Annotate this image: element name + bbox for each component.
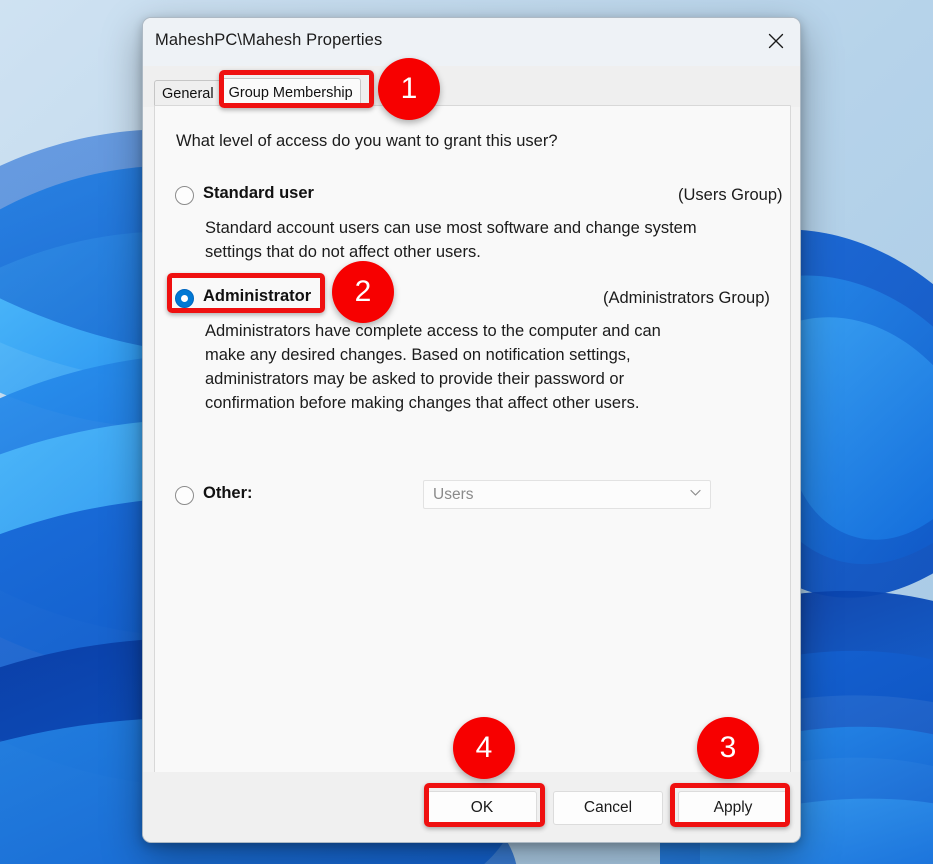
administrator-label: Administrator bbox=[203, 287, 312, 305]
other-group-value: Users bbox=[433, 485, 474, 503]
group-membership-panel: What level of access do you want to gran… bbox=[154, 105, 791, 790]
administrator-description: Administrators have complete access to t… bbox=[205, 322, 661, 412]
standard-user-label: Standard user bbox=[203, 184, 314, 202]
ok-button[interactable]: OK bbox=[427, 791, 537, 825]
chevron-down-icon bbox=[689, 486, 702, 504]
dialog-title: MaheshPC\Mahesh Properties bbox=[155, 31, 383, 49]
radio-circle-standard bbox=[175, 186, 194, 205]
other-label: Other: bbox=[203, 484, 253, 502]
tab-group-membership[interactable]: Group Membership bbox=[220, 78, 361, 107]
properties-dialog: MaheshPC\Mahesh Properties General Group… bbox=[142, 17, 801, 843]
radio-circle-administrator bbox=[175, 289, 194, 308]
dialog-titlebar: MaheshPC\Mahesh Properties bbox=[143, 18, 800, 66]
apply-button[interactable]: Apply bbox=[678, 791, 788, 825]
dialog-button-bar: OK Cancel Apply bbox=[143, 772, 800, 842]
radio-circle-other bbox=[175, 486, 194, 505]
access-level-question: What level of access do you want to gran… bbox=[176, 132, 558, 150]
other-group-dropdown[interactable]: Users bbox=[423, 480, 711, 509]
tab-general[interactable]: General bbox=[154, 80, 222, 107]
standard-user-group: (Users Group) bbox=[678, 186, 783, 204]
tab-strip: General Group Membership bbox=[143, 66, 800, 107]
standard-user-description: Standard account users can use most soft… bbox=[205, 219, 697, 261]
cancel-button[interactable]: Cancel bbox=[553, 791, 663, 825]
administrator-group: (Administrators Group) bbox=[603, 289, 770, 307]
close-icon[interactable] bbox=[752, 18, 800, 64]
